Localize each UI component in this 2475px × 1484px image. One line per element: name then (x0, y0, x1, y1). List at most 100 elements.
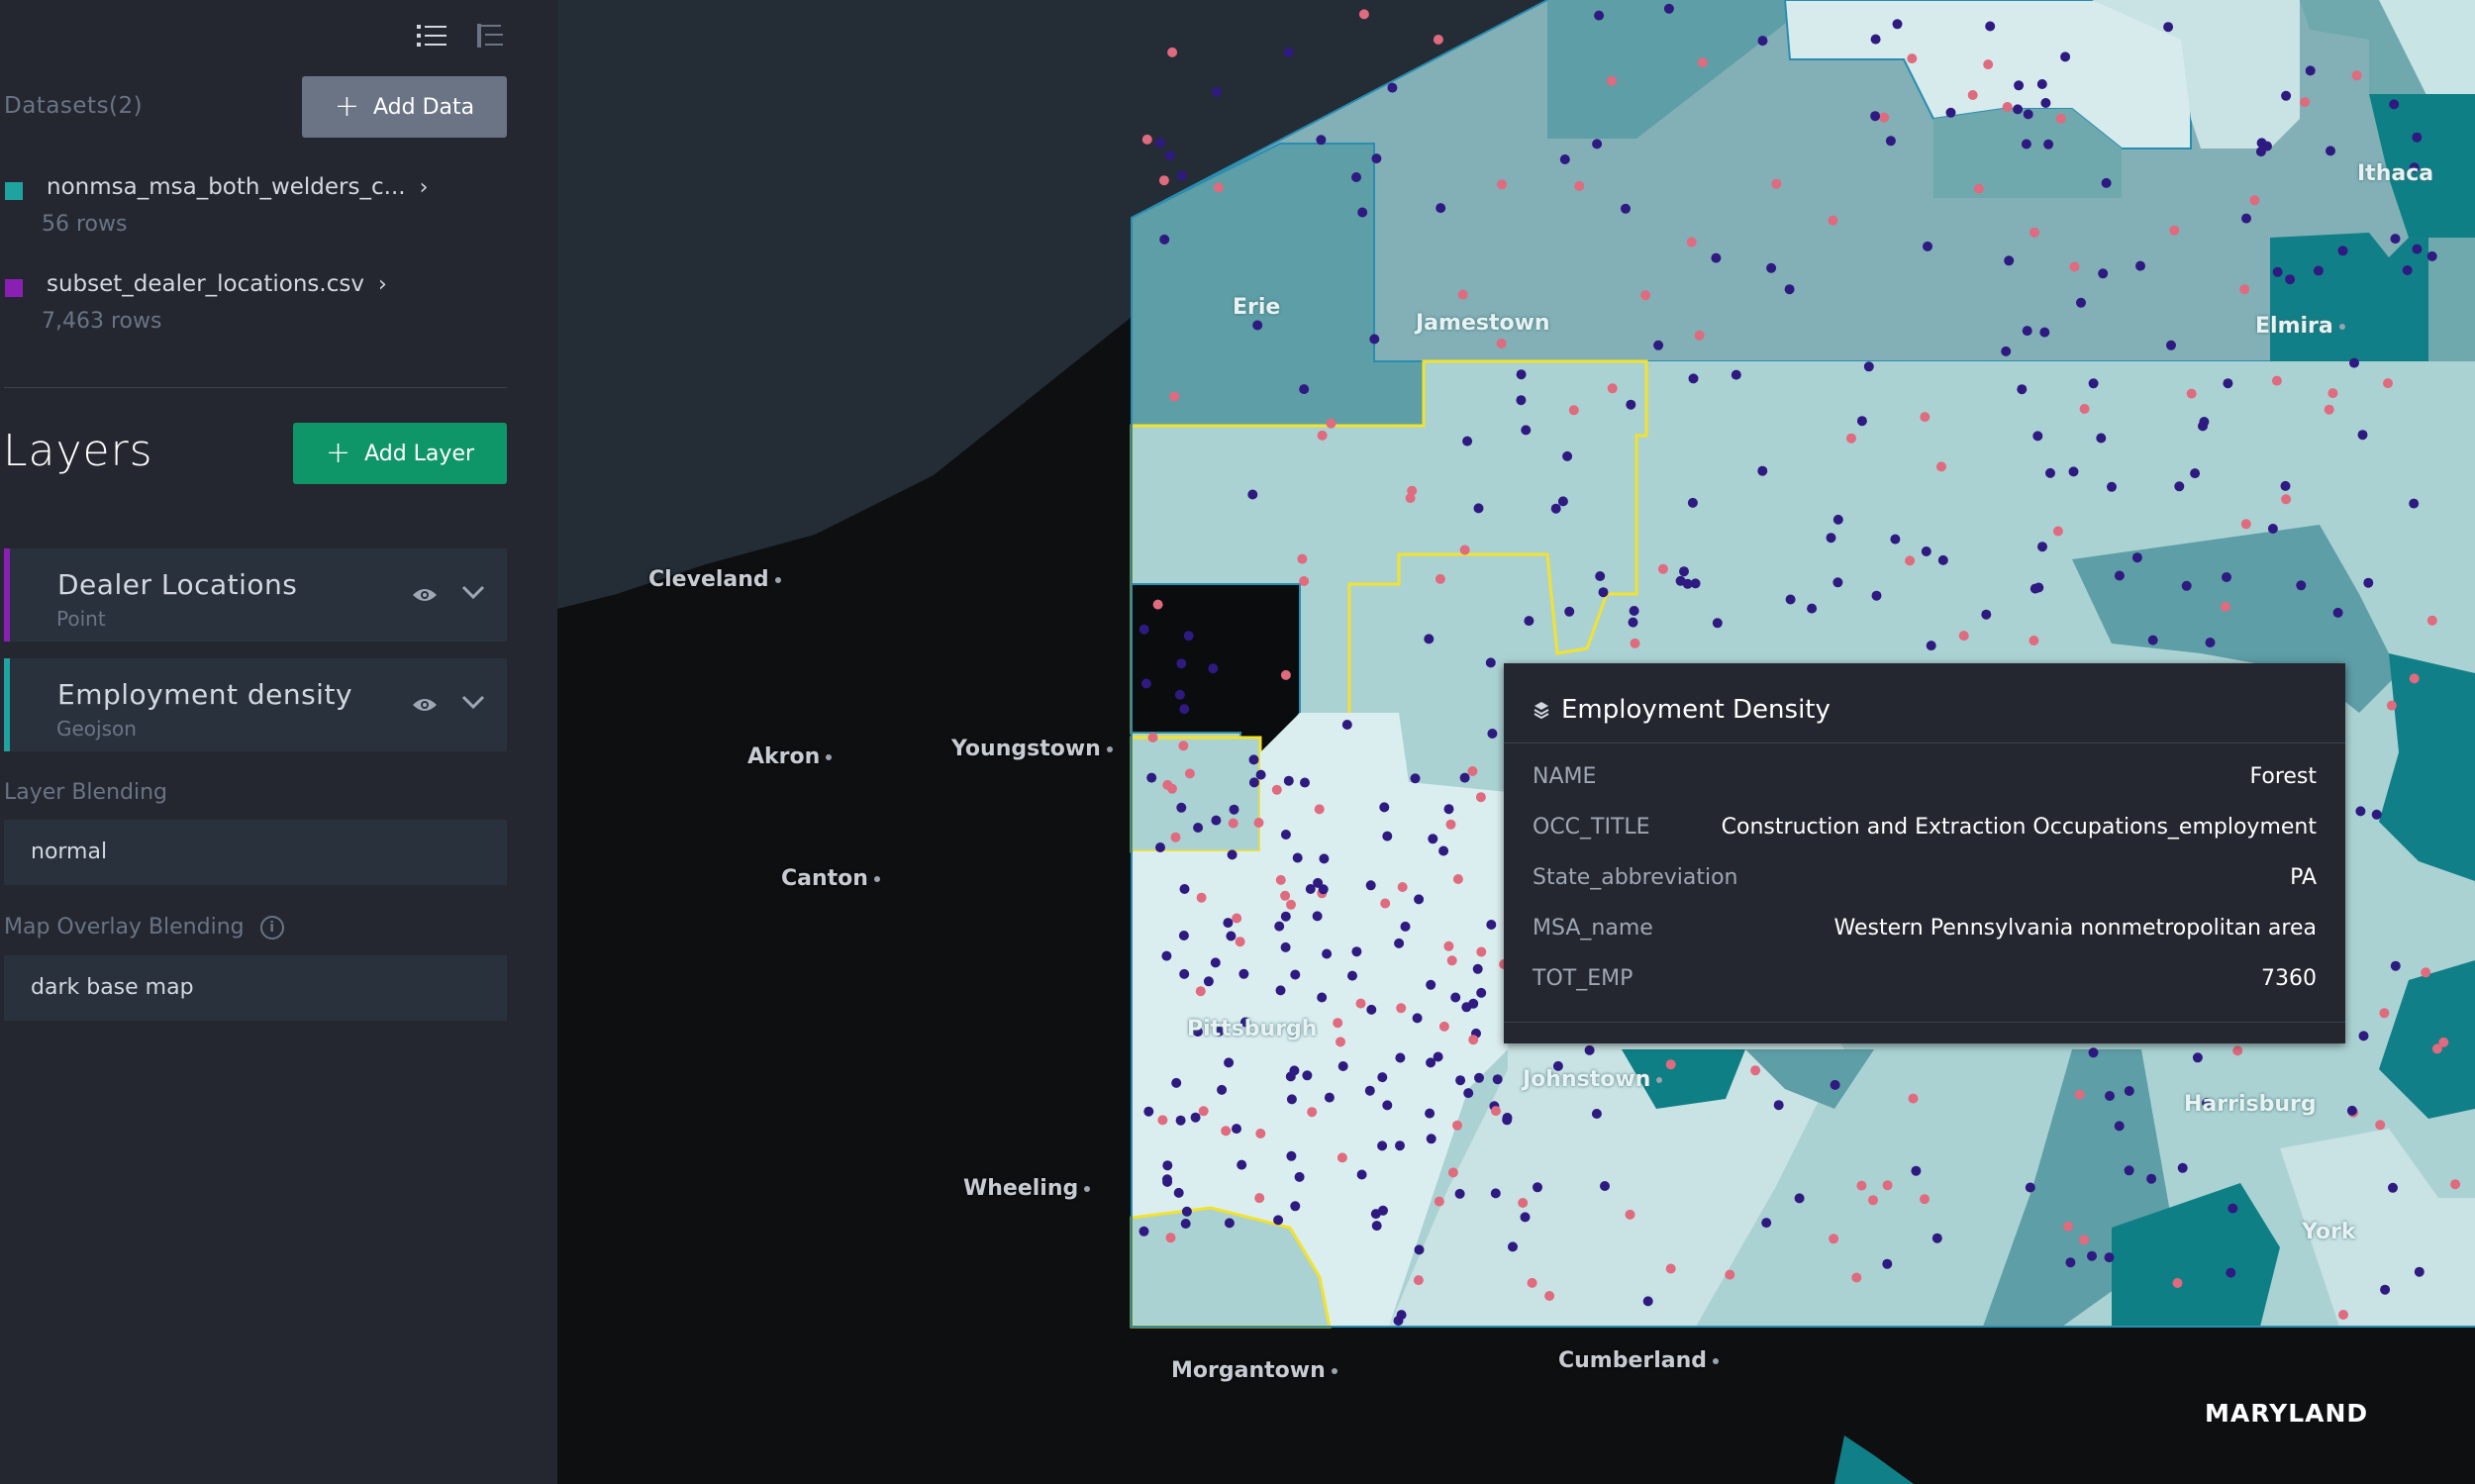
dealer-point[interactable] (2017, 384, 2028, 395)
dealer-point[interactable] (2023, 109, 2033, 120)
dealer-point[interactable] (1653, 340, 1664, 350)
dealer-point[interactable] (1621, 203, 1631, 214)
dealer-point[interactable] (1164, 150, 1175, 161)
dealer-point[interactable] (1356, 1169, 1367, 1180)
dealer-point[interactable] (1285, 1071, 1296, 1082)
eye-icon[interactable] (412, 697, 438, 713)
dealer-point[interactable] (2363, 577, 2374, 588)
dealer-point[interactable] (1175, 1115, 1186, 1126)
dealer-point[interactable] (1784, 284, 1795, 295)
dealer-point[interactable] (1564, 606, 1575, 617)
dealer-point[interactable] (1154, 138, 1165, 148)
dealer-point[interactable] (1628, 617, 1638, 628)
dealer-point[interactable] (2375, 1120, 2386, 1131)
dealer-point[interactable] (1459, 544, 1470, 555)
dealer-point[interactable] (1630, 638, 1640, 648)
dealer-point[interactable] (1366, 1004, 1377, 1015)
dealer-point[interactable] (1312, 911, 1323, 922)
dealer-point[interactable] (1595, 571, 1606, 581)
dealer-point[interactable] (1271, 784, 1282, 795)
dealer-point[interactable] (1574, 180, 1585, 191)
dealer-point[interactable] (2030, 583, 2040, 594)
dealer-point[interactable] (2098, 268, 2109, 279)
dealer-point[interactable] (1299, 384, 1310, 395)
dealer-point[interactable] (2326, 146, 2335, 156)
dealer-point[interactable] (1640, 290, 1651, 301)
dealer-point[interactable] (1694, 330, 1705, 341)
dealer-point[interactable] (1527, 1277, 1537, 1288)
dealer-point[interactable] (2272, 266, 2283, 277)
dealer-point[interactable] (2414, 1266, 2425, 1277)
dealer-point[interactable] (1433, 1051, 1443, 1062)
dealer-point[interactable] (2313, 265, 2324, 276)
dealer-point[interactable] (2065, 1257, 2076, 1268)
dealer-point[interactable] (1224, 1218, 1235, 1229)
dealer-point[interactable] (2172, 1278, 2183, 1288)
dealer-point[interactable] (2199, 417, 2210, 427)
dealer-point[interactable] (1697, 57, 1708, 68)
dealer-point[interactable] (1967, 90, 1978, 100)
dealer-point[interactable] (2412, 244, 2423, 254)
dealer-point[interactable] (1173, 1187, 1184, 1198)
dealer-point[interactable] (1626, 399, 1636, 410)
dealer-point[interactable] (1280, 941, 1291, 952)
dealer-point[interactable] (2107, 481, 2117, 492)
dealer-point[interactable] (1434, 1196, 1444, 1207)
dealer-point[interactable] (1508, 1241, 1518, 1252)
dealer-point[interactable] (1459, 772, 1470, 783)
dealer-point[interactable] (1750, 1065, 1761, 1076)
dealer-point[interactable] (2087, 1250, 2097, 1261)
dealer-point[interactable] (2332, 607, 2343, 618)
dealer-point[interactable] (1468, 1035, 1479, 1045)
dealer-point[interactable] (2305, 65, 2316, 76)
dealer-point[interactable] (1147, 733, 1158, 742)
dealer-point[interactable] (2223, 378, 2233, 389)
dealer-point[interactable] (1314, 804, 1325, 815)
dealer-point[interactable] (1870, 34, 1881, 45)
dealer-point[interactable] (1382, 831, 1393, 841)
dealer-point[interactable] (1273, 1215, 1284, 1226)
dealer-point[interactable] (1274, 921, 1285, 932)
dealer-point[interactable] (1473, 503, 1484, 514)
dealer-point[interactable] (1179, 884, 1190, 894)
dealer-point[interactable] (2221, 601, 2230, 612)
dealer-point[interactable] (1533, 1182, 1542, 1193)
dealer-point[interactable] (1294, 1171, 1305, 1182)
map-overlay-blending-select[interactable]: dark base map (4, 955, 507, 1021)
dealer-point[interactable] (1870, 111, 1881, 122)
dealer-point[interactable] (1217, 1084, 1228, 1095)
dealer-point[interactable] (1871, 590, 1882, 601)
dealer-point[interactable] (2226, 1267, 2236, 1278)
dealer-point[interactable] (1985, 21, 1996, 32)
dealer-point[interactable] (2327, 388, 2338, 399)
dealer-point[interactable] (1983, 59, 1994, 70)
dealer-point[interactable] (1357, 207, 1368, 218)
dealer-point[interactable] (2338, 1310, 2348, 1320)
dealer-point[interactable] (1607, 75, 1617, 86)
dealer-point[interactable] (1223, 918, 1234, 929)
dealer-point[interactable] (2262, 141, 2272, 151)
dealer-point[interactable] (1921, 546, 1931, 556)
dealer-point[interactable] (1379, 802, 1390, 813)
dealer-point[interactable] (1247, 489, 1258, 500)
dealer-point[interactable] (1396, 1310, 1407, 1321)
dealer-point[interactable] (1428, 834, 1438, 844)
dealer-point[interactable] (2174, 481, 2185, 492)
dealer-point[interactable] (1485, 657, 1496, 668)
dealer-point[interactable] (1397, 882, 1408, 892)
dealer-point[interactable] (1911, 1165, 1922, 1176)
dealer-point[interactable] (1443, 940, 1454, 951)
dealer-point[interactable] (2271, 375, 2282, 386)
chevron-right-icon[interactable]: › (420, 175, 429, 200)
dealer-point[interactable] (1387, 82, 1398, 93)
dealer-point[interactable] (1868, 1195, 1878, 1206)
dealer-point[interactable] (1232, 913, 1242, 924)
dealer-point[interactable] (2426, 615, 2437, 626)
dealer-point[interactable] (1196, 892, 1207, 903)
dealer-point[interactable] (1908, 1093, 1919, 1104)
dealer-point[interactable] (1158, 175, 1169, 186)
dealer-point[interactable] (1524, 616, 1534, 627)
dealer-point[interactable] (2030, 227, 2039, 238)
dealer-point[interactable] (1178, 931, 1189, 940)
dealer-point[interactable] (1445, 819, 1456, 830)
